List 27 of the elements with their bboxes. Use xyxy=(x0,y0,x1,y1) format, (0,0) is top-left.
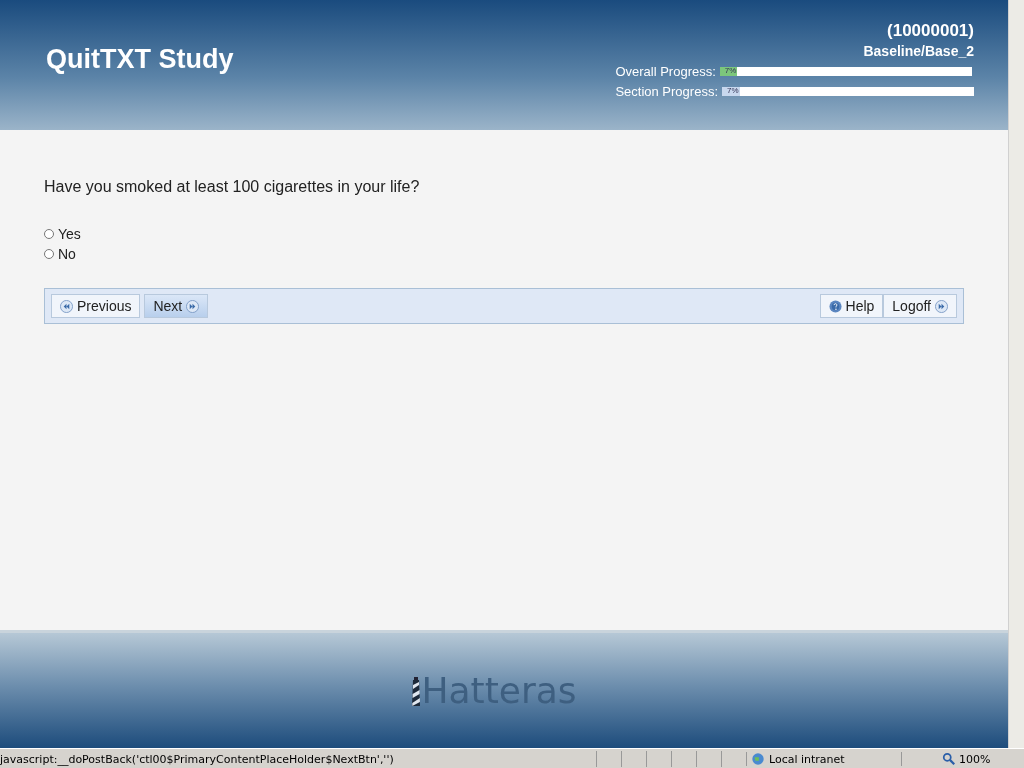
zoom-icon[interactable] xyxy=(942,752,956,766)
status-message: javascript:__doPostBack('ctl00$PrimaryContentPlaceHolder$NextBtn','') xyxy=(0,752,395,766)
progress-reading: 7% xyxy=(727,86,739,95)
nav-button[interactable]: Next xyxy=(144,294,209,318)
fast-forward-icon xyxy=(186,299,200,313)
option-label[interactable]: Yes xyxy=(58,226,81,242)
hatteras-logo: Hatteras xyxy=(411,670,577,711)
study-title: QuitTXT Study xyxy=(46,44,234,76)
zoom-level[interactable]: 100% xyxy=(959,752,991,766)
help-icon xyxy=(828,299,842,313)
security-zone: Local intranet xyxy=(769,752,845,766)
progress-label: Section Progress: xyxy=(615,84,718,99)
rewind-icon xyxy=(60,299,73,313)
radio-button[interactable] xyxy=(44,249,54,259)
scrollbar[interactable] xyxy=(1008,0,1024,748)
nav-button[interactable]: Logoff xyxy=(883,294,957,318)
question-text: Have you smoked at least 100 cigarettes in your life? xyxy=(44,178,421,196)
progress-reading: 7% xyxy=(724,66,737,75)
section-name: Baseline/Base_2 xyxy=(863,43,974,59)
nav-button[interactable]: Previous xyxy=(51,294,141,318)
lighthouse-icon xyxy=(411,674,422,707)
option-label[interactable]: No xyxy=(58,246,76,262)
radio-button[interactable] xyxy=(44,229,54,239)
participant-id: (10000001) xyxy=(887,21,974,41)
fast-forward-icon xyxy=(935,299,948,313)
nav-button[interactable]: Help xyxy=(819,294,884,318)
progress-label: Overall Progress: xyxy=(615,64,716,79)
